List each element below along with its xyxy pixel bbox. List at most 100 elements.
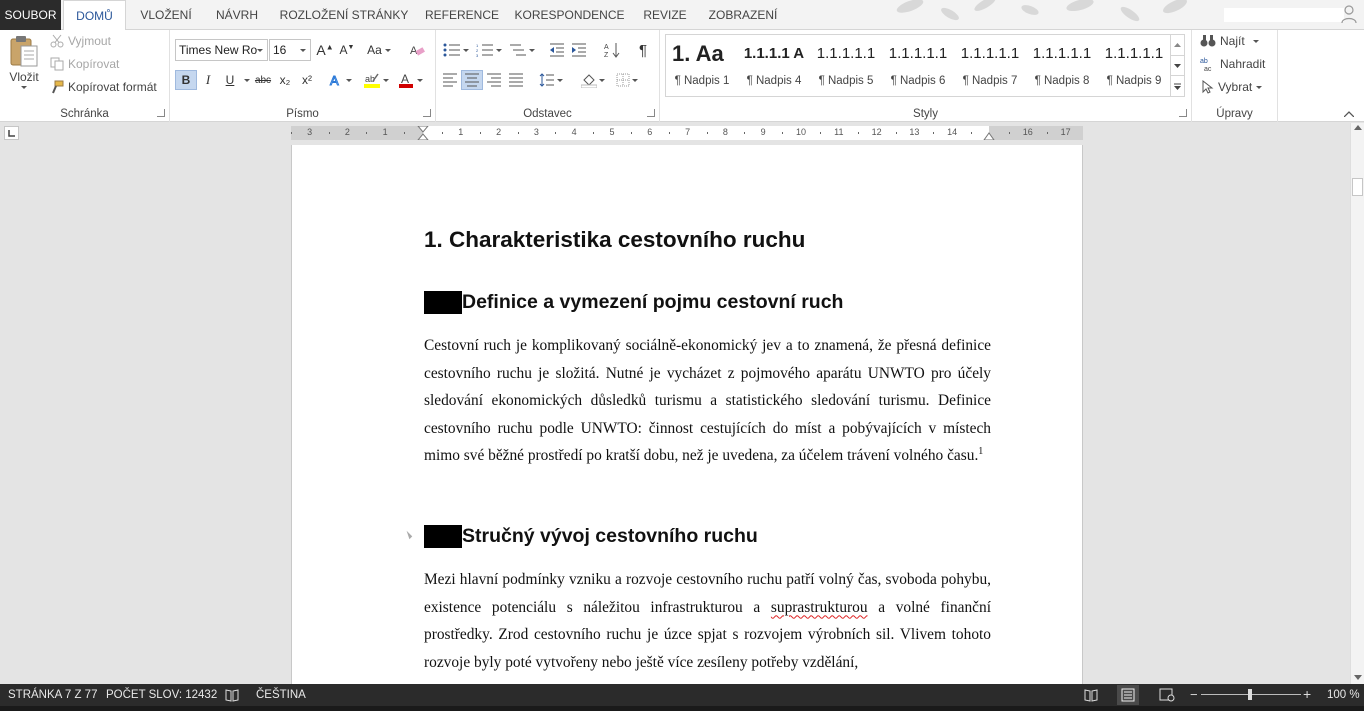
text-effects-dropdown-icon[interactable] bbox=[345, 78, 352, 82]
style-heading-4[interactable]: 1.1.1.1 A ¶ Nadpis 4 bbox=[738, 35, 810, 96]
numbering-dropdown-icon[interactable] bbox=[496, 48, 502, 52]
select-dropdown-icon[interactable] bbox=[1256, 85, 1263, 89]
page-count-status[interactable]: STRÁNKA 7 Z 77 bbox=[8, 684, 97, 706]
grow-font-button[interactable]: A▲ bbox=[314, 40, 336, 60]
clear-formatting-button[interactable]: A bbox=[406, 40, 428, 60]
highlight-color-dropdown-icon[interactable] bbox=[382, 78, 389, 82]
tab-selector[interactable] bbox=[4, 126, 19, 140]
multilevel-list-button[interactable] bbox=[507, 40, 537, 60]
word-count-status[interactable]: POČET SLOV: 12432 bbox=[106, 684, 217, 706]
proofing-book-icon[interactable] bbox=[225, 688, 239, 702]
tab-file[interactable]: SOUBOR bbox=[0, 0, 61, 30]
style-heading-9[interactable]: 1.1.1.1.1 ¶ Nadpis 9 bbox=[1098, 35, 1170, 96]
zoom-out-button[interactable]: − bbox=[1190, 687, 1198, 702]
font-color-dropdown-icon[interactable] bbox=[416, 78, 423, 82]
shrink-font-button[interactable]: A▼ bbox=[336, 40, 358, 60]
zoom-slider-thumb[interactable] bbox=[1248, 689, 1252, 700]
heading-1[interactable]: 1. Charakteristika cestovního ruchu bbox=[424, 227, 805, 253]
style-heading-7[interactable]: 1.1.1.1.1 ¶ Nadpis 7 bbox=[954, 35, 1026, 96]
collapse-ribbon-icon[interactable] bbox=[1344, 111, 1354, 117]
paragraph-vyvoj[interactable]: Mezi hlavní podmínky vzniku a rozvoje ce… bbox=[424, 566, 991, 676]
highlight-color-button[interactable]: ab bbox=[362, 70, 390, 90]
decrease-indent-button[interactable] bbox=[546, 40, 568, 60]
font-size-dropdown-icon[interactable] bbox=[300, 49, 306, 52]
show-formatting-marks-button[interactable]: ¶ bbox=[632, 40, 654, 60]
line-spacing-button[interactable] bbox=[536, 70, 566, 90]
paste-dropdown-arrow-icon[interactable] bbox=[21, 86, 27, 89]
styles-more-button[interactable] bbox=[1170, 75, 1184, 96]
italic-button[interactable]: I bbox=[197, 70, 219, 90]
user-account-name[interactable] bbox=[1224, 8, 1344, 22]
superscript-button[interactable]: x² bbox=[296, 70, 318, 90]
tab-design[interactable]: NÁVRH bbox=[206, 0, 268, 30]
print-layout-view-button[interactable] bbox=[1117, 685, 1139, 705]
numbering-button[interactable]: 123 bbox=[474, 40, 504, 60]
style-heading-8[interactable]: 1.1.1.1.1 ¶ Nadpis 8 bbox=[1026, 35, 1098, 96]
text-effects-button[interactable]: A bbox=[326, 70, 354, 90]
paragraph-dialog-launcher-icon[interactable] bbox=[647, 109, 655, 117]
spelling-error-word[interactable]: suprastrukturou bbox=[771, 599, 868, 616]
sort-button[interactable]: AZ bbox=[601, 40, 623, 60]
web-layout-icon[interactable] bbox=[1159, 688, 1175, 702]
collapse-heading-icon[interactable] bbox=[403, 530, 413, 540]
vertical-scrollbar[interactable] bbox=[1350, 123, 1364, 684]
right-indent-marker-icon[interactable] bbox=[983, 132, 995, 140]
heading-2-definice[interactable]: Definice a vymezení pojmu cestovní ruch bbox=[424, 291, 843, 314]
bullets-button[interactable] bbox=[441, 40, 471, 60]
document-page[interactable]: 1. Charakteristika cestovního ruchu Defi… bbox=[291, 145, 1083, 684]
strikethrough-button[interactable]: abc bbox=[252, 70, 274, 90]
tab-layout[interactable]: ROZLOŽENÍ STRÁNKY bbox=[276, 0, 412, 30]
underline-button[interactable]: U bbox=[219, 70, 241, 90]
change-case-dropdown-icon[interactable] bbox=[384, 48, 391, 52]
cut-button[interactable]: Vyjmout bbox=[50, 34, 111, 48]
find-button[interactable]: Najít bbox=[1200, 34, 1259, 48]
copy-button[interactable]: Kopírovat bbox=[50, 57, 119, 71]
zoom-in-button[interactable]: + bbox=[1303, 686, 1311, 702]
scroll-thumb[interactable] bbox=[1352, 178, 1363, 196]
bold-button[interactable]: B bbox=[175, 70, 197, 90]
borders-dropdown-icon[interactable] bbox=[632, 78, 638, 82]
font-dialog-launcher-icon[interactable] bbox=[423, 109, 431, 117]
style-heading-1[interactable]: 1. Aa ¶ Nadpis 1 bbox=[666, 35, 738, 96]
paste-button[interactable]: Vložit bbox=[8, 34, 40, 89]
styles-scroll-up-button[interactable] bbox=[1170, 35, 1184, 55]
bullets-dropdown-icon[interactable] bbox=[463, 48, 469, 52]
borders-button[interactable] bbox=[612, 70, 642, 90]
tab-review[interactable]: REVIZE bbox=[637, 0, 693, 30]
tab-mailings[interactable]: KORESPONDENCE bbox=[512, 0, 627, 30]
select-button[interactable]: Vybrat bbox=[1200, 80, 1263, 94]
tab-insert[interactable]: VLOŽENÍ bbox=[130, 0, 202, 30]
tab-home[interactable]: DOMŮ bbox=[63, 0, 126, 31]
align-left-button[interactable] bbox=[439, 70, 461, 90]
format-painter-button[interactable]: Kopírovat formát bbox=[50, 80, 157, 94]
first-line-indent-marker-icon[interactable] bbox=[417, 126, 429, 140]
font-size-combo[interactable]: 16 bbox=[269, 39, 311, 61]
find-dropdown-icon[interactable] bbox=[1252, 39, 1259, 43]
scroll-up-arrow-icon[interactable] bbox=[1354, 125, 1362, 130]
change-case-button[interactable]: Aa bbox=[364, 40, 394, 60]
scroll-down-arrow-icon[interactable] bbox=[1354, 675, 1362, 680]
font-name-dropdown-icon[interactable] bbox=[257, 49, 263, 52]
shading-button[interactable] bbox=[578, 70, 608, 90]
heading-2-vyvoj[interactable]: Stručný vývoj cestovního ruchu bbox=[424, 525, 758, 548]
language-status[interactable]: ČEŠTINA bbox=[256, 684, 306, 706]
font-name-combo[interactable]: Times New Ro bbox=[175, 39, 268, 61]
style-heading-6[interactable]: 1.1.1.1.1 ¶ Nadpis 6 bbox=[882, 35, 954, 96]
user-avatar-icon[interactable] bbox=[1340, 4, 1358, 24]
horizontal-ruler[interactable]: 3 2 1 1 2 3 4 5 6 7 8 9 10 11 12 13 14 16 17 bbox=[291, 126, 1083, 140]
justify-button[interactable] bbox=[505, 70, 527, 90]
paragraph-definice[interactable]: Cestovní ruch je komplikovaný sociálně-e… bbox=[424, 332, 991, 470]
line-spacing-dropdown-icon[interactable] bbox=[557, 78, 563, 82]
underline-dropdown-icon[interactable] bbox=[244, 79, 250, 82]
styles-dialog-launcher-icon[interactable] bbox=[1179, 109, 1187, 117]
subscript-button[interactable]: x₂ bbox=[274, 70, 296, 90]
tab-view[interactable]: ZOBRAZENÍ bbox=[702, 0, 784, 30]
tab-references[interactable]: REFERENCE bbox=[420, 0, 504, 30]
zoom-level[interactable]: 100 % bbox=[1327, 684, 1360, 706]
multilevel-list-dropdown-icon[interactable] bbox=[529, 48, 535, 52]
read-mode-icon[interactable] bbox=[1084, 688, 1098, 702]
align-center-button[interactable] bbox=[461, 70, 483, 90]
shading-dropdown-icon[interactable] bbox=[599, 78, 605, 82]
style-heading-5[interactable]: 1.1.1.1.1 ¶ Nadpis 5 bbox=[810, 35, 882, 96]
clipboard-dialog-launcher-icon[interactable] bbox=[157, 109, 165, 117]
